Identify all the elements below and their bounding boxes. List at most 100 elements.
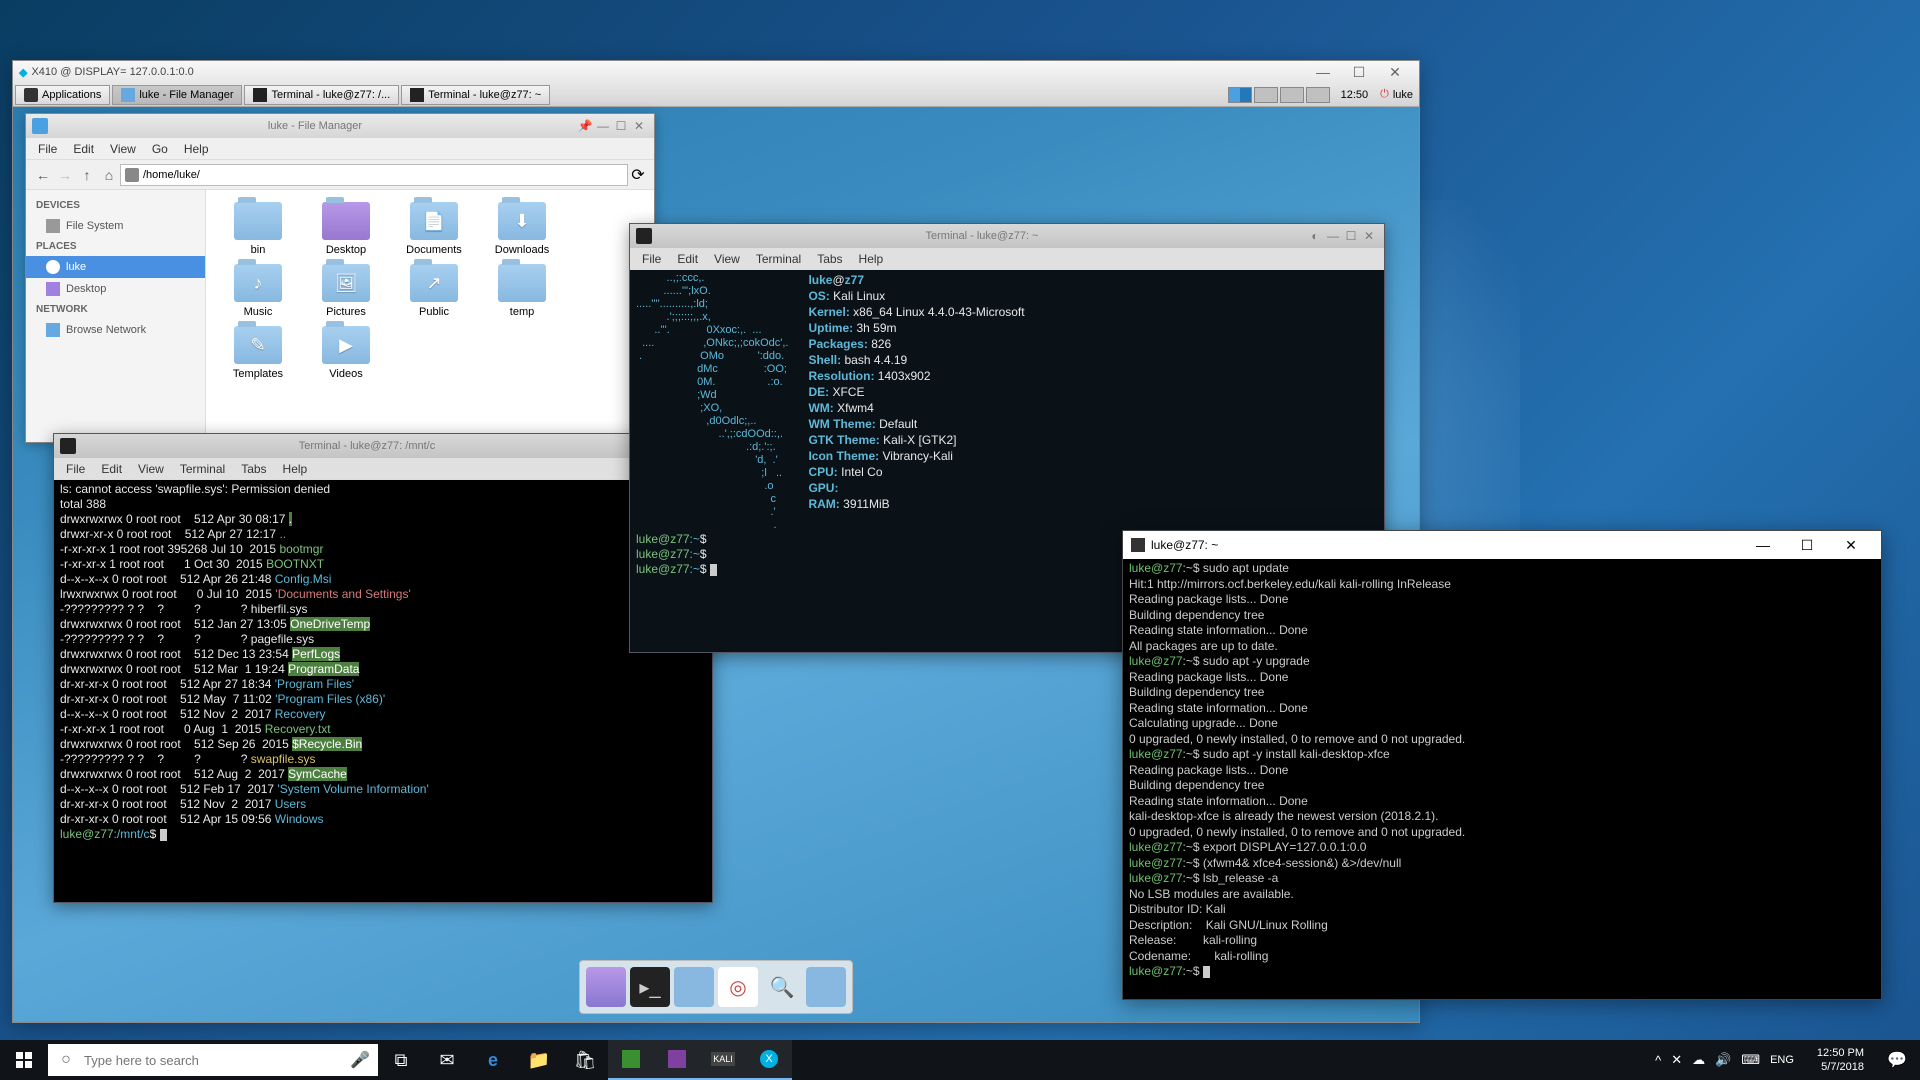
applications-menu[interactable]: Applications: [15, 85, 110, 105]
shade-button[interactable]: ◐: [1306, 229, 1324, 243]
workspace-4[interactable]: [1306, 87, 1330, 103]
sidebar-item-desktop[interactable]: Desktop: [26, 278, 205, 300]
mic-icon[interactable]: 🎤: [342, 1050, 378, 1070]
start-button[interactable]: [0, 1040, 48, 1080]
menu-file[interactable]: File: [30, 142, 65, 156]
taskbar-store[interactable]: 🛍: [562, 1040, 608, 1080]
file-icon-downloads[interactable]: ⬇Downloads: [482, 202, 562, 256]
file-manager-titlebar[interactable]: luke - File Manager 📌 — ☐ ✕: [26, 114, 654, 138]
tray-chevron-icon[interactable]: ^: [1650, 1053, 1666, 1068]
menu-go[interactable]: Go: [144, 142, 176, 156]
tray-x-icon[interactable]: ✕: [1666, 1052, 1687, 1068]
menu-view[interactable]: View: [706, 252, 748, 266]
wsl-output[interactable]: luke@z77:~$ sudo apt updateHit:1 http://…: [1123, 559, 1881, 999]
drive-icon: [46, 219, 60, 233]
maximize-button[interactable]: ☐: [612, 119, 630, 133]
file-icon-music[interactable]: ♪Music: [218, 264, 298, 318]
tray-onedrive-icon[interactable]: ☁: [1687, 1052, 1710, 1068]
menu-edit[interactable]: Edit: [65, 142, 102, 156]
taskbar-item-terminal1[interactable]: Terminal - luke@z77: /...: [244, 85, 399, 105]
taskbar-app1[interactable]: [608, 1040, 654, 1080]
workspace-switcher[interactable]: [1227, 87, 1331, 103]
minimize-button[interactable]: —: [1305, 64, 1341, 80]
taskbar-mail[interactable]: ✉: [424, 1040, 470, 1080]
file-icon-public[interactable]: ↗Public: [394, 264, 474, 318]
close-button[interactable]: ✕: [630, 119, 648, 133]
menu-help[interactable]: Help: [176, 142, 217, 156]
action-center-button[interactable]: 💬: [1874, 1040, 1920, 1080]
up-button[interactable]: ↑: [76, 167, 98, 183]
taskbar-kali[interactable]: KALI: [700, 1040, 746, 1080]
menu-edit[interactable]: Edit: [669, 252, 706, 266]
menu-view[interactable]: View: [102, 142, 144, 156]
file-icon-documents[interactable]: 📄Documents: [394, 202, 474, 256]
tray-keyboard-icon[interactable]: ⌨: [1736, 1052, 1765, 1068]
user-menu[interactable]: ⏻ luke: [1374, 88, 1419, 101]
refresh-button[interactable]: ⟳: [628, 165, 648, 185]
file-icon-templates[interactable]: ✎Templates: [218, 326, 298, 380]
taskbar-item-filemanager[interactable]: luke - File Manager: [112, 85, 242, 105]
path-bar[interactable]: /home/luke/: [120, 164, 628, 186]
menu-terminal[interactable]: Terminal: [172, 462, 233, 476]
dock-settings[interactable]: [586, 967, 626, 1007]
menu-file[interactable]: File: [634, 252, 669, 266]
menu-view[interactable]: View: [130, 462, 172, 476]
dock-browser[interactable]: ◎: [718, 967, 758, 1007]
home-button[interactable]: ⌂: [98, 167, 120, 183]
file-icon-desktop[interactable]: Desktop: [306, 202, 386, 256]
dock-folder[interactable]: [806, 967, 846, 1007]
wsl-console-window: luke@z77: ~ — ☐ ✕ luke@z77:~$ sudo apt u…: [1122, 530, 1882, 1000]
file-icon-bin[interactable]: bin: [218, 202, 298, 256]
file-icon-videos[interactable]: ▶Videos: [306, 326, 386, 380]
menu-terminal[interactable]: Terminal: [748, 252, 809, 266]
menu-edit[interactable]: Edit: [93, 462, 130, 476]
search-input[interactable]: [84, 1053, 342, 1068]
file-icon-temp[interactable]: temp: [482, 264, 562, 318]
menu-help[interactable]: Help: [851, 252, 892, 266]
workspace-2[interactable]: [1254, 87, 1278, 103]
dock-search[interactable]: 🔍: [762, 967, 802, 1007]
dock-filemanager[interactable]: [674, 967, 714, 1007]
maximize-button[interactable]: ☐: [1342, 229, 1360, 243]
menu-help[interactable]: Help: [275, 462, 316, 476]
x410-titlebar[interactable]: ◆ X410 @ DISPLAY= 127.0.0.1:0.0 — ☐ ✕: [13, 61, 1419, 83]
close-button[interactable]: ✕: [1360, 229, 1378, 243]
taskbar-clock[interactable]: 12:50 PM 5/7/2018: [1807, 1046, 1874, 1074]
taskbar-explorer[interactable]: 📁: [516, 1040, 562, 1080]
maximize-button[interactable]: ☐: [1341, 64, 1377, 81]
sidebar-item-home[interactable]: luke: [26, 256, 205, 278]
close-button[interactable]: ✕: [1377, 64, 1413, 81]
menu-tabs[interactable]: Tabs: [809, 252, 850, 266]
taskbar-x410[interactable]: X: [746, 1040, 792, 1080]
sidebar-item-browse-network[interactable]: Browse Network: [26, 319, 205, 341]
file-manager-view[interactable]: binDesktop📄Documents⬇Downloads ♪Music🖼Pic…: [206, 190, 654, 442]
menu-file[interactable]: File: [58, 462, 93, 476]
taskbar-item-terminal2[interactable]: Terminal - luke@z77: ~: [401, 85, 550, 105]
minimize-button[interactable]: —: [1741, 531, 1785, 559]
tray-volume-icon[interactable]: 🔊: [1710, 1052, 1736, 1068]
dock-terminal[interactable]: ▸_: [630, 967, 670, 1007]
taskbar-edge[interactable]: e: [470, 1040, 516, 1080]
back-button[interactable]: ←: [32, 167, 54, 183]
xfce-clock[interactable]: 12:50: [1335, 89, 1375, 101]
close-button[interactable]: ✕: [1829, 531, 1873, 559]
workspace-3[interactable]: [1280, 87, 1304, 103]
pin-button[interactable]: 📌: [576, 119, 594, 133]
file-icon-pictures[interactable]: 🖼Pictures: [306, 264, 386, 318]
workspace-1[interactable]: [1228, 87, 1252, 103]
forward-button[interactable]: →: [54, 167, 76, 183]
sidebar-item-filesystem[interactable]: File System: [26, 215, 205, 237]
minimize-button[interactable]: —: [1324, 229, 1342, 243]
taskbar-app2[interactable]: [654, 1040, 700, 1080]
terminal-titlebar[interactable]: Terminal - luke@z77: /mnt/c — ☐ ✕: [54, 434, 712, 458]
task-view-button[interactable]: ⧉: [378, 1040, 424, 1080]
system-tray[interactable]: ^ ✕ ☁ 🔊 ⌨ ENG: [1642, 1052, 1807, 1068]
tray-lang[interactable]: ENG: [1765, 1054, 1799, 1066]
terminal-output[interactable]: ls: cannot access 'swapfile.sys': Permis…: [54, 480, 712, 902]
wsl-titlebar[interactable]: luke@z77: ~ — ☐ ✕: [1123, 531, 1881, 559]
search-box[interactable]: ○ 🎤: [48, 1044, 378, 1076]
menu-tabs[interactable]: Tabs: [233, 462, 274, 476]
minimize-button[interactable]: —: [594, 119, 612, 133]
maximize-button[interactable]: ☐: [1785, 531, 1829, 559]
terminal-titlebar[interactable]: Terminal - luke@z77: ~ ◐ — ☐ ✕: [630, 224, 1384, 248]
